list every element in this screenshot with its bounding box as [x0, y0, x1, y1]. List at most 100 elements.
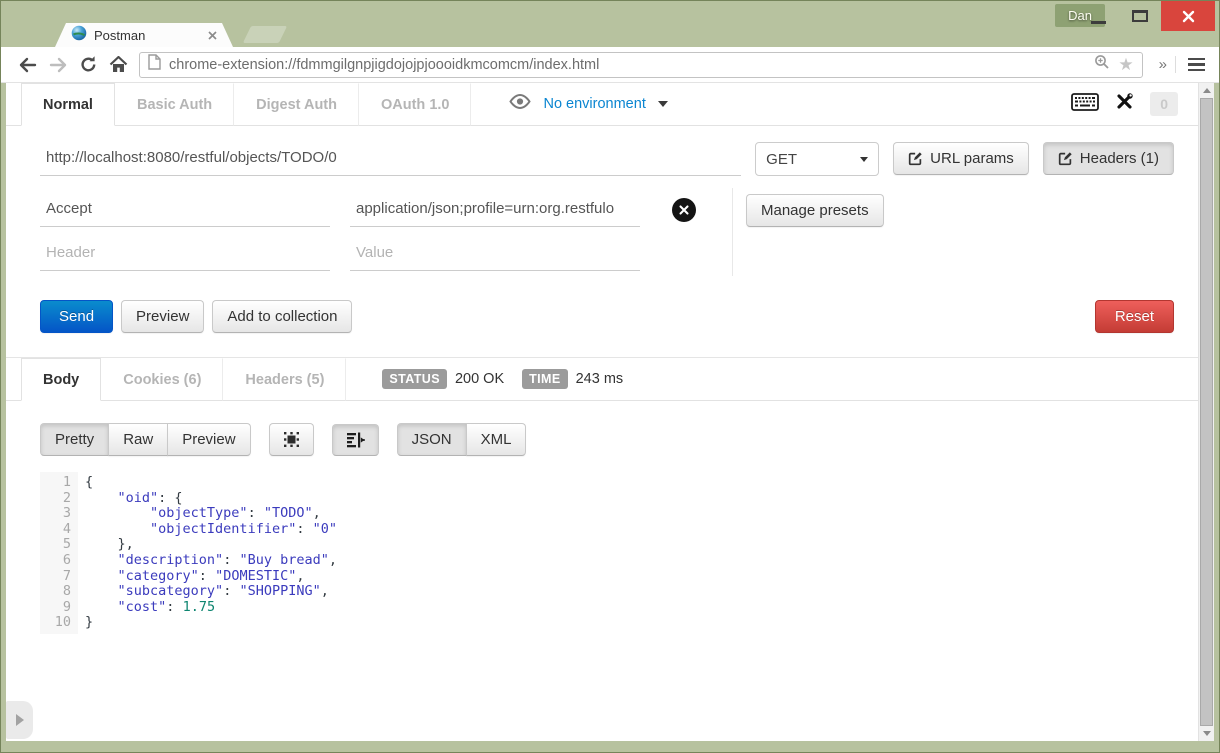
code-line: "cost": 1.75 — [85, 600, 337, 616]
line-number: 9 — [48, 600, 71, 616]
titlebar: Postman Dan — [1, 1, 1219, 47]
line-number: 6 — [48, 553, 71, 569]
tab-oauth[interactable]: OAuth 1.0 — [359, 83, 471, 126]
back-icon[interactable] — [13, 57, 43, 73]
code-line: "objectType": "TODO", — [85, 506, 337, 522]
header-row — [40, 232, 696, 276]
preview-mode-button[interactable]: Preview — [167, 423, 250, 456]
new-header-value-input[interactable] — [350, 237, 640, 271]
maximize-button[interactable] — [1119, 1, 1161, 31]
pretty-button[interactable]: Pretty — [40, 423, 109, 456]
request-url-row: GET URL params Headers (1) — [6, 126, 1198, 176]
presets-panel: Manage presets — [732, 188, 884, 276]
expand-right-icon — [16, 714, 24, 726]
new-tab-button[interactable] — [243, 26, 287, 43]
address-bar[interactable]: chrome-extension://fdmmgilgnpjigdojojpjo… — [139, 52, 1143, 78]
response-tabs-bar: Body Cookies (6) Headers (5) STATUS 200 … — [6, 358, 1198, 401]
manage-presets-button[interactable]: Manage presets — [746, 194, 884, 227]
line-number: 8 — [48, 584, 71, 600]
method-select[interactable]: GET — [755, 142, 879, 176]
zoom-icon[interactable] — [1094, 54, 1110, 75]
send-button[interactable]: Send — [40, 300, 113, 333]
home-icon[interactable] — [103, 56, 133, 73]
edit-icon — [1058, 151, 1073, 166]
language-group: JSON XML — [397, 423, 527, 456]
reload-icon[interactable] — [73, 55, 103, 74]
close-icon — [1182, 10, 1195, 23]
line-number: 5 — [48, 537, 71, 553]
url-params-button[interactable]: URL params — [893, 142, 1029, 175]
selection-icon — [283, 431, 300, 448]
postman-favicon-icon — [71, 25, 87, 46]
tab-cookies[interactable]: Cookies (6) — [101, 358, 223, 401]
edit-icon — [908, 151, 923, 166]
code-content[interactable]: { "oid": { "objectType": "TODO", "object… — [78, 472, 337, 634]
tab-normal[interactable]: Normal — [21, 83, 115, 126]
menu-icon[interactable] — [1182, 58, 1211, 72]
raw-button[interactable]: Raw — [108, 423, 168, 456]
code-line: } — [85, 615, 337, 631]
tab-body[interactable]: Body — [21, 358, 101, 401]
browser-tab[interactable]: Postman — [55, 23, 233, 47]
header-value-input[interactable] — [350, 193, 640, 227]
header-row — [40, 188, 696, 232]
tab-response-headers[interactable]: Headers (5) — [223, 358, 346, 401]
chevron-down-icon — [658, 101, 668, 107]
browser-window: Postman Dan — [0, 0, 1220, 753]
sidebar-toggle-button[interactable] — [6, 701, 33, 739]
browser-toolbar: chrome-extension://fdmmgilgnpjigdojojpjo… — [1, 47, 1219, 83]
page-icon — [148, 54, 161, 75]
time-badge: TIME — [522, 369, 567, 389]
preview-button[interactable]: Preview — [121, 300, 204, 333]
code-gutter: 12345678910 — [40, 472, 78, 634]
reset-button[interactable]: Reset — [1095, 300, 1174, 333]
close-button[interactable] — [1161, 1, 1215, 31]
headers-button[interactable]: Headers (1) — [1043, 142, 1174, 175]
minimize-icon — [1091, 21, 1106, 24]
code-line: "objectIdentifier": "0" — [85, 522, 337, 538]
scrollbar[interactable] — [1198, 83, 1214, 741]
fullscreen-select-button[interactable] — [269, 423, 314, 456]
delete-header-icon[interactable] — [672, 198, 696, 222]
environment-selector[interactable]: No environment — [543, 96, 645, 112]
xml-button[interactable]: XML — [466, 423, 527, 456]
bookmark-star-icon[interactable]: ★ — [1118, 56, 1133, 73]
status-badge: STATUS — [382, 369, 447, 389]
indent-icon — [346, 432, 365, 448]
json-button[interactable]: JSON — [397, 423, 467, 456]
code-line: }, — [85, 537, 337, 553]
response-body-viewer: 12345678910 { "oid": { "objectType": "TO… — [40, 472, 1198, 634]
tab-digest-auth[interactable]: Digest Auth — [234, 83, 359, 126]
tab-close-icon[interactable] — [208, 31, 217, 40]
add-to-collection-button[interactable]: Add to collection — [212, 300, 352, 333]
maximize-icon — [1132, 10, 1148, 22]
minimize-button[interactable] — [1077, 1, 1119, 31]
line-number: 2 — [48, 491, 71, 507]
method-select-value: GET — [766, 151, 797, 168]
extensions-overflow-button[interactable]: » — [1151, 56, 1176, 73]
eye-icon[interactable] — [507, 93, 533, 115]
url-text[interactable]: chrome-extension://fdmmgilgnpjigdojojpjo… — [169, 57, 1086, 73]
line-number: 1 — [48, 475, 71, 491]
forward-icon[interactable] — [43, 57, 73, 73]
request-tabs-bar: Normal Basic Auth Digest Auth OAuth 1.0 … — [6, 83, 1198, 126]
view-mode-group: Pretty Raw Preview — [40, 423, 251, 456]
line-number: 4 — [48, 522, 71, 538]
scrollbar-thumb[interactable] — [1200, 98, 1213, 726]
line-number: 7 — [48, 569, 71, 585]
collapse-indent-button[interactable] — [332, 424, 379, 456]
request-url-input[interactable] — [40, 142, 741, 176]
collection-count-badge[interactable]: 0 — [1150, 92, 1178, 116]
line-number: 10 — [48, 615, 71, 631]
keyboard-shortcuts-icon[interactable] — [1071, 93, 1099, 116]
tab-basic-auth[interactable]: Basic Auth — [115, 83, 234, 126]
header-name-input[interactable] — [40, 193, 330, 227]
line-number: 3 — [48, 506, 71, 522]
scroll-up-icon[interactable] — [1199, 83, 1215, 98]
headers-editor: Manage presets — [6, 176, 1198, 276]
window-controls — [1077, 1, 1215, 31]
scroll-down-icon[interactable] — [1199, 726, 1215, 741]
tools-wrench-icon[interactable] — [1115, 92, 1134, 116]
new-header-name-input[interactable] — [40, 237, 330, 271]
postman-app: Normal Basic Auth Digest Auth OAuth 1.0 … — [6, 83, 1214, 741]
